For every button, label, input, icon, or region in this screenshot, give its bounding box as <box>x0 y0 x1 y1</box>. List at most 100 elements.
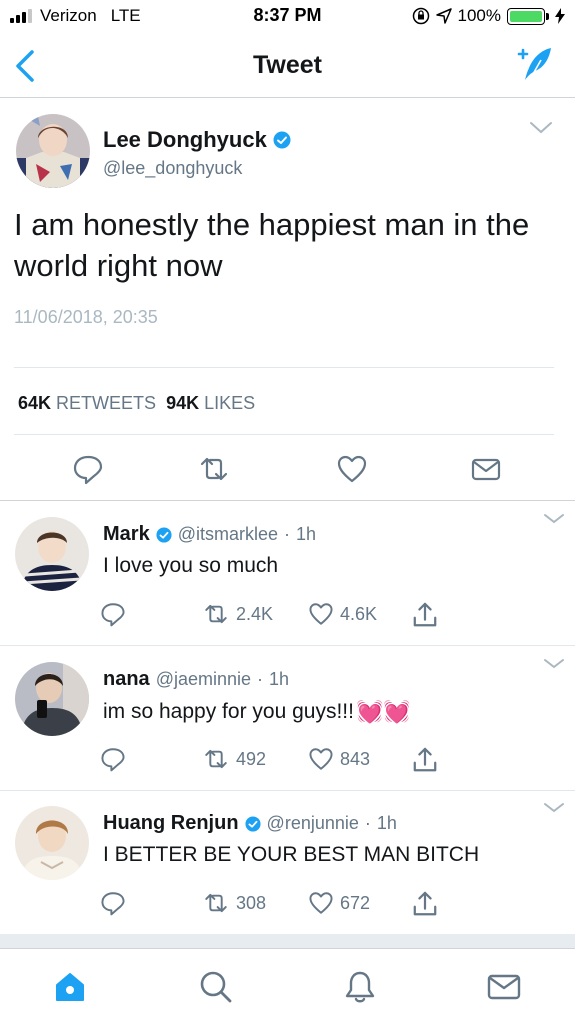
separator-dot: · <box>284 524 290 544</box>
retweet-count: 2.4K <box>236 603 274 624</box>
status-bar: Verizon LTE 8:37 PM 100% <box>0 0 575 34</box>
retweet-button[interactable]: 308 <box>202 890 266 916</box>
retweet-count: 492 <box>236 748 267 769</box>
likes-stat[interactable]: 94K LIKES <box>166 393 255 414</box>
feed-end-band <box>0 934 575 948</box>
verified-badge-icon <box>244 815 261 832</box>
tweet-stats: 64K RETWEETS 94K LIKES <box>18 393 255 414</box>
separator-dot: · <box>257 669 264 689</box>
location-arrow-icon <box>435 8 452 24</box>
direct-message-icon[interactable] <box>470 453 502 485</box>
reply-actions: 2.4K 4.6K <box>100 601 460 631</box>
reply-text-content: im so happy for you guys!!! <box>103 700 354 723</box>
retweets-stat[interactable]: 64K RETWEETS <box>18 393 156 414</box>
reply-tweet[interactable]: Huang Renjun @renjunnie · 1h I BETTER BE… <box>0 790 575 935</box>
reply-text-content: I BETTER BE YOUR BEST MAN BITCH <box>103 843 480 866</box>
chevron-down-icon[interactable] <box>543 658 565 670</box>
reply-author-name[interactable]: Mark <box>103 523 150 546</box>
reply-header: Huang Renjun @renjunnie · 1h <box>103 812 397 835</box>
author-handle[interactable]: @lee_donghyuck <box>103 158 242 179</box>
reply-icon <box>101 748 125 772</box>
reply-button[interactable] <box>100 746 126 772</box>
compose-tweet-icon[interactable] <box>515 44 555 84</box>
notifications-icon[interactable] <box>342 969 378 1005</box>
retweet-button[interactable]: 2.4K <box>202 601 273 627</box>
tab-bar <box>0 948 575 1024</box>
share-button[interactable] <box>412 601 438 629</box>
divider <box>14 434 554 435</box>
reply-actions: 492 843 <box>100 746 460 776</box>
reply-header: Mark @itsmarklee · 1h <box>103 523 316 546</box>
reply-tweet[interactable]: nana @jaeminnie · 1h im so happy for you… <box>0 646 575 791</box>
like-count: 4.6K <box>340 603 378 624</box>
avatar[interactable] <box>16 114 90 188</box>
like-icon[interactable] <box>336 453 368 485</box>
chevron-down-icon[interactable] <box>529 121 553 135</box>
like-button[interactable]: 672 <box>308 890 370 916</box>
avatar[interactable] <box>15 806 89 880</box>
retweet-icon[interactable] <box>198 453 230 485</box>
reply-header: nana @jaeminnie · 1h <box>103 668 289 691</box>
search-icon[interactable] <box>198 969 234 1005</box>
reply-icon <box>101 603 125 627</box>
reply-text: I BETTER BE YOUR BEST MAN BITCH <box>103 843 479 867</box>
reply-author-name[interactable]: Huang Renjun <box>103 812 239 835</box>
avatar[interactable] <box>15 662 89 736</box>
chevron-down-icon[interactable] <box>543 802 565 814</box>
reply-author-handle[interactable]: @jaeminnie <box>156 669 251 690</box>
retweet-button[interactable]: 492 <box>202 746 266 772</box>
share-button[interactable] <box>412 890 438 918</box>
reply-button[interactable] <box>100 890 126 916</box>
reply-time: 1h <box>376 813 397 833</box>
share-icon <box>413 891 437 916</box>
reply-actions: 308 672 <box>100 890 460 920</box>
retweet-icon <box>205 749 227 769</box>
chevron-down-icon[interactable] <box>543 513 565 525</box>
like-icon <box>309 603 333 625</box>
reply-icon[interactable] <box>72 453 104 485</box>
reply-time: 1h <box>269 669 290 689</box>
reply-author-handle[interactable]: @renjunnie <box>267 813 359 834</box>
tweet-text: I am honestly the happiest man in the wo… <box>14 207 530 283</box>
author-name-text[interactable]: Lee Donghyuck <box>103 127 267 153</box>
reply-text: I love you so much <box>103 554 278 578</box>
retweet-count: 308 <box>236 892 267 913</box>
like-button[interactable]: 4.6K <box>308 601 377 627</box>
like-count: 672 <box>340 892 371 913</box>
messages-icon[interactable] <box>486 969 522 1005</box>
share-icon <box>413 747 437 772</box>
heart-emoji: 💓💓 <box>355 699 411 724</box>
separator-dot: · <box>364 813 371 833</box>
divider <box>14 367 554 368</box>
home-icon[interactable] <box>52 969 88 1005</box>
reply-button[interactable] <box>100 601 126 627</box>
like-count: 843 <box>340 748 371 769</box>
charging-bolt-icon <box>555 8 565 24</box>
verified-badge-icon <box>156 526 172 543</box>
reply-text-content: I love you so much <box>103 554 279 577</box>
share-icon <box>413 602 437 627</box>
avatar[interactable] <box>15 517 89 591</box>
tweet-timestamp: 11/06/2018, 20:35 <box>14 307 158 327</box>
reply-author-handle[interactable]: @itsmarklee <box>178 524 278 545</box>
verified-badge-icon <box>273 131 291 149</box>
retweet-icon <box>205 893 227 913</box>
author-name[interactable]: Lee Donghyuck <box>103 127 291 153</box>
reply-author-name[interactable]: nana <box>103 668 150 691</box>
reply-icon <box>101 892 125 916</box>
nav-bar: Tweet <box>0 34 575 98</box>
battery-percent: 100% <box>457 6 501 25</box>
page-title: Tweet <box>253 51 322 79</box>
battery-icon <box>507 7 549 25</box>
like-icon <box>309 748 333 770</box>
reply-text: im so happy for you guys!!! 💓💓 <box>103 699 411 725</box>
orientation-lock-icon <box>412 7 429 25</box>
tweet-actions <box>0 449 575 489</box>
like-button[interactable]: 843 <box>308 746 370 772</box>
status-right: 100% <box>412 6 565 26</box>
reply-time: 1h <box>296 524 317 544</box>
like-icon <box>309 892 333 914</box>
reply-tweet[interactable]: Mark @itsmarklee · 1h I love you so much… <box>0 501 575 646</box>
retweet-icon <box>205 604 227 624</box>
share-button[interactable] <box>412 746 438 774</box>
